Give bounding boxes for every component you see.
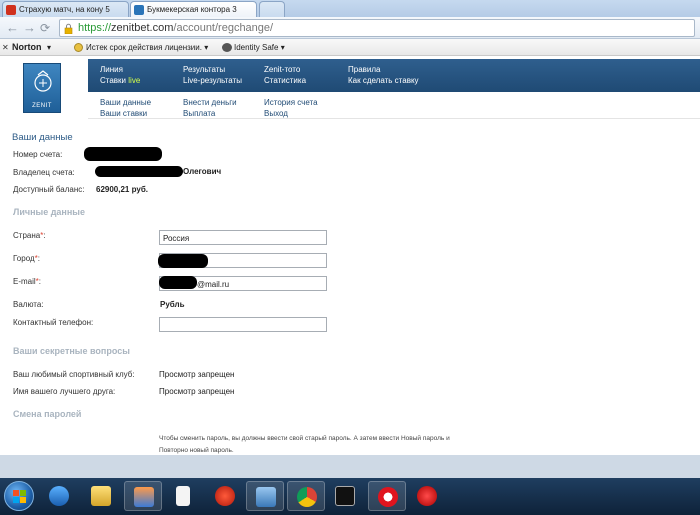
city-label: Город*: <box>13 254 40 263</box>
tab-bukmekerskaya-kontora[interactable]: Букмекерская контора 3 <box>130 1 257 17</box>
license-status[interactable]: Истек срок действия лицензии. ▾ <box>86 43 208 52</box>
windows-logo-icon <box>13 490 26 503</box>
password-note-line2: Повторно новый пароль. <box>159 447 234 454</box>
identity-safe-icon <box>222 43 232 52</box>
norton-toolbar: ✕ Norton ▾ Истек срок действия лицензии.… <box>0 39 700 56</box>
section-title-sekretnye-voprosy: Ваши секретные вопросы <box>13 346 130 356</box>
menu-pravila[interactable]: Правила <box>348 65 380 74</box>
redacted-account-number <box>84 147 162 161</box>
norton-logo[interactable]: Norton <box>12 42 42 52</box>
tab-title: Букмекерская контора 3 <box>147 5 237 14</box>
submenu-vyhod[interactable]: Выход <box>264 109 288 118</box>
images-icon[interactable] <box>124 481 162 511</box>
section-title-smena-paroley: Смена паролей <box>13 409 82 419</box>
tab-title: Страхую матч, на кону 5 <box>19 5 110 14</box>
submenu-vyplata[interactable]: Выплата <box>183 109 215 118</box>
country-field[interactable]: Россия <box>159 230 327 245</box>
close-icon[interactable]: ✕ <box>2 43 9 52</box>
section-title-vashi-dannye: Ваши данные <box>12 132 73 143</box>
pokerstars-icon[interactable] <box>206 481 244 511</box>
windows-taskbar <box>0 478 700 515</box>
full-tilt-icon[interactable] <box>326 481 364 511</box>
country-label: Страна*: <box>13 231 46 240</box>
menu-kak-sdelat-stavku[interactable]: Как сделать ставку <box>348 76 419 85</box>
menu-statistika[interactable]: Статистика <box>264 76 306 85</box>
back-arrow-icon[interactable]: ← <box>6 21 19 35</box>
app-13-icon[interactable] <box>408 481 446 511</box>
account-content: Ваши данные Номер счета: Владелец счета:… <box>0 119 700 455</box>
favicon-icon <box>134 5 144 15</box>
account-number-label: Номер счета: <box>13 150 63 159</box>
submenu-vashi-stavki[interactable]: Ваши ставки <box>100 109 147 118</box>
zenit-emblem-icon <box>34 70 52 92</box>
email-label: E-mail*: <box>13 277 42 286</box>
redacted-email <box>159 276 197 289</box>
q2-label: Имя вашего лучшего друга: <box>13 387 116 396</box>
address-bar[interactable]: https://zenitbet.com/account/regchange/ <box>59 19 695 37</box>
currency-value: Рубль <box>160 300 185 309</box>
redacted-city <box>158 254 208 268</box>
document-icon[interactable] <box>164 481 202 511</box>
page-bottom-bar <box>0 455 700 478</box>
menu-stavki-live[interactable]: Ставки live <box>100 76 140 85</box>
owner-label: Владелец счета: <box>13 168 75 177</box>
phone-field[interactable] <box>159 317 327 332</box>
media-player-icon[interactable] <box>40 481 78 511</box>
forward-arrow-icon[interactable]: → <box>23 21 36 35</box>
q1-value: Просмотр запрещен <box>159 370 235 379</box>
opera-icon[interactable] <box>368 481 406 511</box>
logo-text: ZENIT <box>32 103 52 109</box>
section-title-lichnye-dannye: Личные данные <box>13 207 85 217</box>
warning-icon <box>74 43 83 52</box>
hp-icon[interactable] <box>246 481 284 511</box>
tab-strahuyu-match[interactable]: Страхую матч, на кону 5 <box>2 1 129 17</box>
balance-label: Доступный баланс: <box>13 185 85 194</box>
chrome-icon[interactable] <box>287 481 325 511</box>
menu-liniya[interactable]: Линия <box>100 65 123 74</box>
submenu-istoriya-scheta[interactable]: История счета <box>264 98 318 107</box>
file-explorer-icon[interactable] <box>82 481 120 511</box>
new-tab-button[interactable] <box>259 1 285 17</box>
currency-label: Валюта: <box>13 300 44 309</box>
balance-value: 62900,21 руб. <box>96 185 148 194</box>
account-submenu: Ваши данные Ваши ставки Внести деньги Вы… <box>88 92 700 119</box>
password-note-line1: Чтобы сменить пароль, вы должны ввести с… <box>159 435 450 442</box>
submenu-vashi-dannye[interactable]: Ваши данные <box>100 98 151 107</box>
menu-live-rezultaty[interactable]: Live-результаты <box>183 76 242 85</box>
start-button[interactable] <box>4 481 34 511</box>
main-menu: Линия Ставки live Результаты Live-резуль… <box>88 59 700 92</box>
zenit-logo[interactable]: ZENIT <box>23 63 61 113</box>
menu-rezultaty[interactable]: Результаты <box>183 65 225 74</box>
menu-zenit-toto[interactable]: Zenit-тото <box>264 65 300 74</box>
url-text: https://zenitbet.com/account/regchange/ <box>78 22 274 34</box>
owner-value: Олегович <box>183 167 222 176</box>
phone-label: Контактный телефон: <box>13 318 94 327</box>
reload-icon[interactable]: ⟳ <box>40 21 50 35</box>
identity-safe-menu[interactable]: Identity Safe ▾ <box>234 43 285 52</box>
chevron-down-icon[interactable]: ▾ <box>47 43 51 52</box>
lock-icon <box>64 23 73 34</box>
q2-value: Просмотр запрещен <box>159 387 235 396</box>
q1-label: Ваш любимый спортивный клуб: <box>13 370 135 379</box>
redacted-owner-name <box>95 166 183 177</box>
favicon-icon <box>6 5 16 15</box>
browser-tab-strip: Страхую матч, на кону 5 Букмекерская кон… <box>0 0 700 17</box>
browser-toolbar: ← → ⟳ https://zenitbet.com/account/regch… <box>0 17 700 39</box>
submenu-vnesti-dengi[interactable]: Внести деньги <box>183 98 237 107</box>
